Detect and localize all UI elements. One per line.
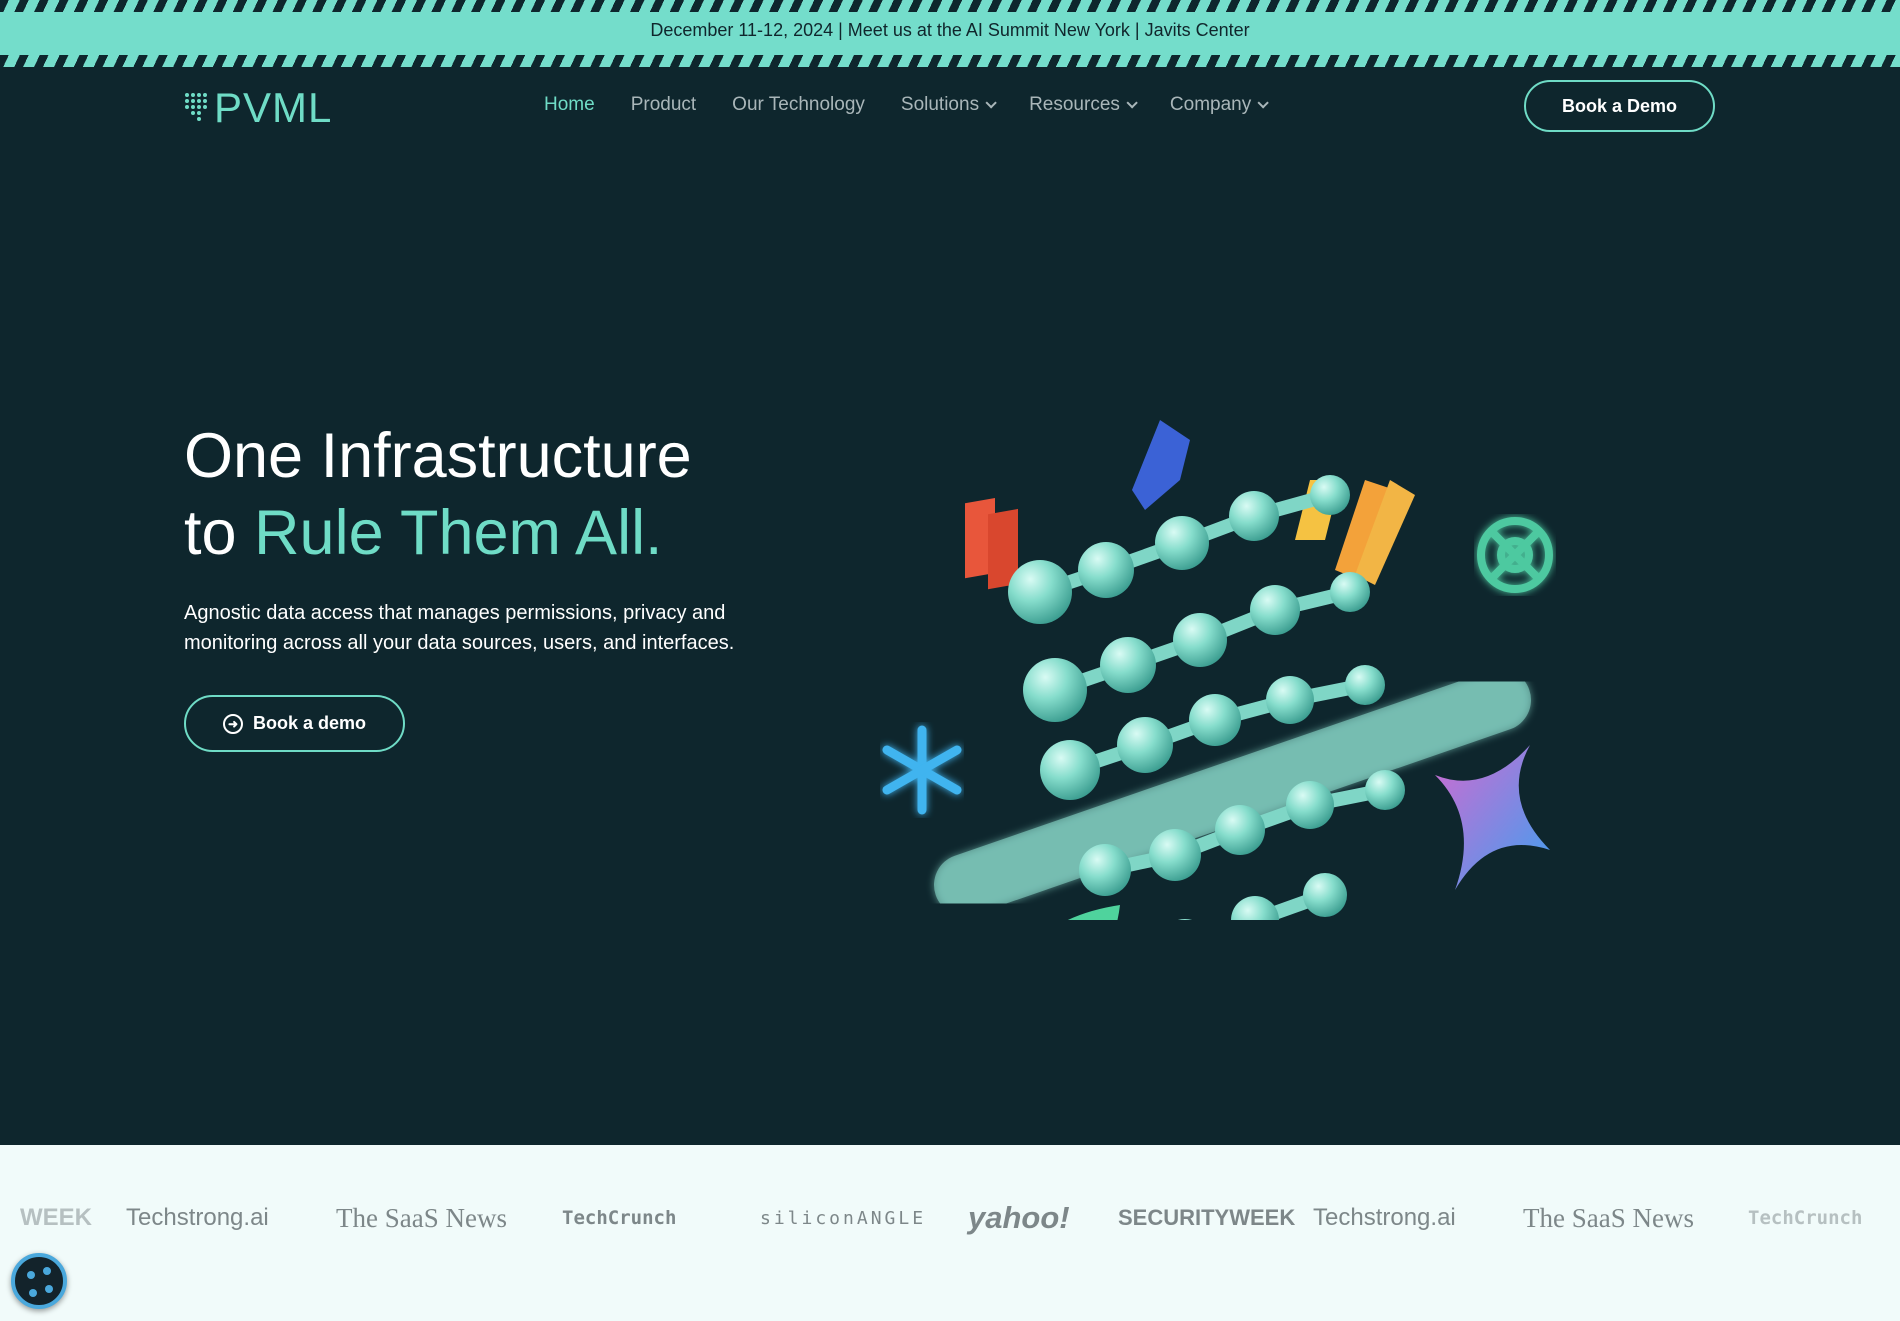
sphere xyxy=(1078,542,1134,598)
sphere xyxy=(1286,781,1334,829)
sphere xyxy=(1229,491,1279,541)
book-a-demo-header-button[interactable]: Book a Demo xyxy=(1524,80,1715,132)
snowflake-icon xyxy=(882,725,962,815)
banner-text[interactable]: December 11-12, 2024 | Meet us at the AI… xyxy=(0,20,1900,41)
nav-solutions-label: Solutions xyxy=(900,94,980,115)
nav-company-label: Company xyxy=(1169,94,1252,115)
nav-our-technology[interactable]: Our Technology xyxy=(732,94,865,116)
book-a-demo-hero-label: Book a demo xyxy=(252,713,367,733)
banner-stripes-bottom xyxy=(0,55,1900,67)
nav-product-label: Product xyxy=(630,94,697,115)
sphere xyxy=(1189,694,1241,746)
main-nav: Home Product Our Technology Solutions Re… xyxy=(544,94,1270,116)
hero-title-accent: Rule Them All. xyxy=(254,498,663,568)
red-block-icon xyxy=(965,497,1018,590)
cookie-dot xyxy=(45,1285,53,1293)
nav-company[interactable]: Company xyxy=(1169,94,1270,116)
press-logo: siliconANGLE xyxy=(760,1207,927,1229)
press-logo: Techstrong.ai xyxy=(126,1204,269,1231)
press-logo: TechCrunch xyxy=(562,1207,677,1229)
nav-resources-label: Resources xyxy=(1029,94,1120,115)
press-logo: yahoo! xyxy=(968,1200,1070,1235)
arrow-right-circle-icon: ➜ xyxy=(222,713,243,734)
announcement-banner[interactable]: December 11-12, 2024 | Meet us at the AI… xyxy=(0,0,1900,67)
chevron-down-icon xyxy=(1257,97,1270,109)
hero-title: One Infrastructure to Rule Them All. xyxy=(184,418,692,572)
banner-stripes-top xyxy=(0,0,1900,12)
sphere xyxy=(1231,896,1279,920)
hero-illustration xyxy=(882,420,1553,920)
press-logo: Techstrong.ai xyxy=(1313,1204,1456,1231)
sphere xyxy=(1173,613,1227,667)
sphere xyxy=(1250,585,1300,635)
sphere xyxy=(1100,637,1156,693)
sphere xyxy=(1023,658,1087,722)
cookie-dot xyxy=(43,1267,51,1275)
logo[interactable]: PVML xyxy=(184,84,332,132)
sphere xyxy=(1117,717,1173,773)
cookie-dot xyxy=(29,1289,37,1297)
cookie-dot xyxy=(27,1271,35,1279)
chevron-down-icon xyxy=(985,97,997,109)
sphere xyxy=(1149,829,1201,881)
logo-dots-icon xyxy=(185,93,207,121)
press-logo: SECURITYWEEK xyxy=(1118,1205,1296,1230)
sphere xyxy=(1310,475,1350,515)
sphere xyxy=(1365,770,1405,810)
sphere xyxy=(1008,560,1072,624)
cookie-settings-button[interactable] xyxy=(11,1253,67,1309)
sphere xyxy=(1345,665,1385,705)
sphere xyxy=(1215,805,1265,855)
sphere xyxy=(1155,516,1209,570)
sphere xyxy=(1266,676,1314,724)
press-logo: WEEK xyxy=(20,1204,92,1231)
openai-icon xyxy=(1477,517,1553,593)
hero-subtitle: Agnostic data access that manages permis… xyxy=(184,602,735,654)
nav-resources[interactable]: Resources xyxy=(1029,94,1138,116)
press-logo: TechCrunch xyxy=(1748,1207,1863,1229)
leaf-icon xyxy=(1067,905,1120,920)
hero-title-line2-plain: to xyxy=(184,498,255,568)
nav-product[interactable]: Product xyxy=(631,94,696,116)
nav-solutions[interactable]: Solutions xyxy=(900,94,997,116)
blue-hexagon-icon xyxy=(1132,420,1190,510)
press-logo: The SaaS News xyxy=(336,1202,507,1233)
hero-title-line1: One Infrastructure xyxy=(184,421,692,491)
nav-home-label: Home xyxy=(544,94,595,115)
nav-home[interactable]: Home xyxy=(544,94,595,116)
chevron-down-icon xyxy=(1126,97,1138,109)
nav-our-technology-label: Our Technology xyxy=(732,94,865,115)
press-logo: The SaaS News xyxy=(1523,1202,1694,1233)
sphere xyxy=(1040,740,1100,800)
sparkle-star-icon xyxy=(1435,745,1550,890)
book-a-demo-hero-button[interactable]: ➜ Book a demo xyxy=(184,695,405,752)
sphere xyxy=(1330,572,1370,612)
logo-text: PVML xyxy=(214,84,333,131)
sphere xyxy=(1177,919,1193,920)
sphere xyxy=(1079,844,1131,896)
sphere xyxy=(1303,873,1347,917)
